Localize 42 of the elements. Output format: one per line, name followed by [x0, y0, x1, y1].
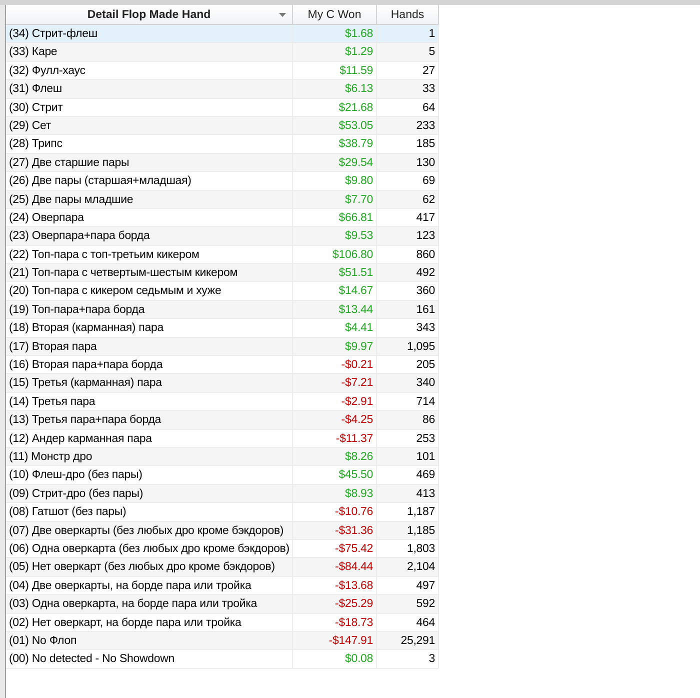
table-row[interactable]: (12) Андер карманная пара -$11.37 253 — [6, 430, 439, 448]
table-row[interactable]: (07) Две оверкарты (без любых дро кроме бэкдоров) -$31.36 1,185 — [6, 522, 439, 540]
table-row[interactable]: (26) Две пары (старшая+младшая) $9.80 69 — [6, 172, 439, 191]
table-row[interactable]: (24) Оверпара $66.81 417 — [6, 208, 439, 228]
table-row[interactable]: (15) Третья (карманная) пара -$7.21 340 — [6, 374, 439, 393]
table-cell: (00) No detected - No Showdown — [6, 650, 293, 669]
table-row[interactable]: (22) Топ-пара с топ-третьим кикером $106.80 860 — [6, 246, 439, 264]
column-header[interactable]: Detail Flop Made Hand — [6, 5, 293, 24]
caret-icon[interactable] — [279, 13, 286, 17]
table-row[interactable]: (20) Топ-пара с кикером седьмым и хуже $14.67 360 — [6, 282, 439, 301]
table-row[interactable]: (00) No detected - No Showdown $0.08 3 — [6, 650, 439, 669]
table-row[interactable]: (27) Две старшие пары $29.54 130 — [6, 154, 439, 172]
table-row[interactable]: (32) Фулл-хаус $11.59 27 — [6, 62, 439, 80]
table-row[interactable]: (33) Каре $1.29 5 — [6, 43, 439, 62]
table-row[interactable]: (25) Две пары младшие $7.70 62 — [6, 190, 439, 209]
table-row[interactable]: (18) Вторая (карманная) пара $4.41 343 — [6, 319, 439, 338]
table-row[interactable]: (31) Флеш $6.13 33 — [6, 80, 439, 99]
table-row[interactable]: (01) No Флоп -$147.91 25,291 — [6, 632, 439, 650]
table-row[interactable]: (10) Флеш-дро (без пары) $45.50 469 — [6, 466, 439, 485]
table-row[interactable]: (14) Третья пара -$2.91 714 — [6, 392, 439, 412]
column-header[interactable]: My C Won — [293, 5, 377, 24]
table-row[interactable]: (34) Стрит-флеш $1.68 1 — [6, 25, 439, 44]
table-row[interactable]: (16) Вторая пара+пара борда -$0.21 205 — [6, 356, 439, 374]
table-row[interactable]: (03) Одна оверкарта, на борде пара или тройка -$25.29 592 — [6, 595, 439, 614]
table-row[interactable]: (29) Сет $53.05 233 — [6, 116, 439, 136]
table-row[interactable]: (09) Стрит-дро (без пары) $8.93 413 — [6, 484, 439, 504]
table-row[interactable]: (05) Нет оверкарт (без любых дро кроме бэкдоров) -$84.44 2,104 — [6, 558, 439, 577]
table-row[interactable]: (23) Оверпара+пара борда $9.53 123 — [6, 227, 439, 246]
table-row[interactable]: (08) Гатшот (без пары) -$10.76 1,187 — [6, 503, 439, 522]
table-row[interactable]: (17) Вторая пара $9.97 1,095 — [6, 338, 439, 356]
table-row[interactable]: (02) Нет оверкарт, на борде пара или тройка -$18.73 464 — [6, 614, 439, 632]
table-row[interactable]: (06) Одна оверкарта (без любых дро кроме бэкдоров) -$75.42 1,803 — [6, 540, 439, 558]
table-row[interactable]: (21) Топ-пара с четвертым-шестым кикером $51.51 492 — [6, 264, 439, 282]
table-row[interactable]: (11) Монстр дро $8.26 101 — [6, 448, 439, 466]
table-row[interactable]: (04) Две оверкарты, на борде пара или тройка -$13.68 497 — [6, 576, 439, 596]
table-row[interactable]: (28) Трипс $38.79 185 — [6, 135, 439, 154]
table-row[interactable]: (30) Стрит $21.68 64 — [6, 98, 439, 117]
table-row[interactable]: (13) Третья пара+пара борда -$4.25 86 — [6, 411, 439, 430]
table-cell: 3 — [377, 650, 439, 669]
table-cell: $0.08 — [293, 650, 377, 669]
column-header[interactable]: Hands — [377, 5, 439, 24]
table-row[interactable]: (19) Топ-пара+пара борда $13.44 161 — [6, 300, 439, 320]
